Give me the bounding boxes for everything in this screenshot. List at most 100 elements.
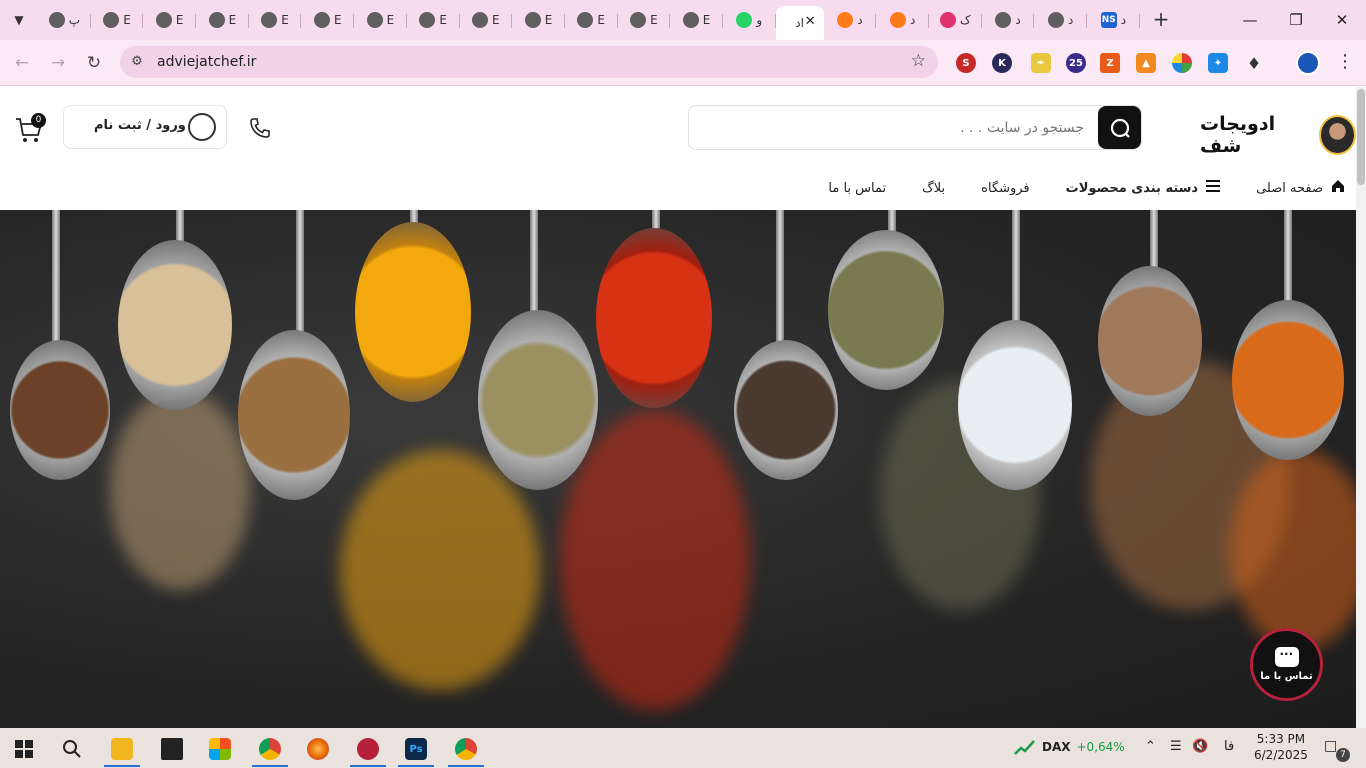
extension-z-icon[interactable]: Z <box>1100 53 1120 73</box>
tab-favicon-icon <box>995 12 1012 28</box>
browser-tab[interactable]: د <box>876 6 929 34</box>
browser-tab[interactable]: اد ✕ <box>775 6 824 40</box>
nav-item[interactable]: فروشگاه <box>963 181 1048 196</box>
extensions-puzzle-icon[interactable]: ♦ <box>1244 53 1264 73</box>
contact-us-floating-button[interactable]: تماس با ما <box>1250 628 1323 701</box>
reload-icon[interactable]: ↻ <box>83 52 105 74</box>
nav-item[interactable]: صفحه اصلی <box>1238 179 1345 197</box>
browser-tab[interactable]: E <box>354 6 407 34</box>
speaker-muted-icon[interactable]: 🔇 <box>1192 739 1208 754</box>
nav-item[interactable]: دسته بندی محصولات <box>1048 180 1238 196</box>
browser-tab[interactable]: E <box>618 6 671 34</box>
tab-favicon-icon <box>837 12 854 28</box>
tab-search-chevron-icon[interactable]: ▼ <box>6 8 32 32</box>
cart-button[interactable]: 0 <box>14 113 46 145</box>
clock-time: 5:33 PM <box>1256 732 1306 746</box>
language-indicator[interactable]: فا <box>1224 739 1234 754</box>
stock-ticker[interactable]: DAX +0,64% <box>1014 738 1125 756</box>
tab-title: E <box>386 13 395 27</box>
search-input[interactable] <box>699 112 1084 144</box>
tab-favicon-icon <box>155 12 172 28</box>
browser-menu-icon[interactable]: ⋮ <box>1336 51 1354 72</box>
address-bar[interactable]: ⚙ adviejatchef.ir ☆ <box>120 46 938 78</box>
browser-tab[interactable]: E <box>565 6 618 34</box>
tab-favicon-icon <box>419 12 436 28</box>
photoshop-icon[interactable]: Ps <box>394 733 438 767</box>
mail-icon[interactable] <box>150 733 194 765</box>
tray-chevron-up-icon[interactable]: ⌃ <box>1145 739 1156 754</box>
browser-tab[interactable]: ک <box>929 6 982 34</box>
tab-favicon-icon <box>682 12 699 28</box>
site-logo[interactable]: ادویجات شف <box>1200 113 1356 157</box>
vpn-app-icon[interactable] <box>346 733 390 767</box>
home-icon <box>1331 179 1345 197</box>
store-icon[interactable] <box>198 733 242 765</box>
wifi-icon[interactable]: ☰ <box>1170 739 1182 754</box>
browser-tab[interactable]: E <box>670 6 723 34</box>
browser-tab[interactable]: E <box>91 6 144 34</box>
browser-tab[interactable]: پ <box>38 6 91 34</box>
search-button[interactable] <box>1098 106 1141 149</box>
browser-tab[interactable]: E <box>512 6 565 34</box>
nav-item-label: بلاگ <box>922 180 946 196</box>
chat-bubble-icon <box>1274 644 1299 667</box>
logo-chef-icon <box>1318 115 1356 155</box>
file-explorer-icon[interactable] <box>100 733 144 767</box>
tab-title: E <box>492 13 500 27</box>
start-button[interactable] <box>2 733 46 765</box>
extension-pin-icon[interactable]: ✦ <box>1208 53 1228 73</box>
forward-arrow-icon[interactable]: → <box>47 52 69 74</box>
tab-title: د <box>1015 13 1021 27</box>
close-window-icon[interactable]: ✕ <box>1322 8 1362 32</box>
ticker-label: DAX <box>1042 740 1071 754</box>
extension-color-icon[interactable] <box>1172 53 1192 73</box>
clock[interactable]: 5:33 PM 6/2/2025 <box>1254 731 1308 763</box>
tab-title: E <box>597 13 606 27</box>
browser-tab[interactable]: د <box>824 6 877 34</box>
url-text[interactable]: adviejatchef.ir <box>157 54 256 70</box>
login-label: ورود / ثبت نام <box>94 118 186 133</box>
back-arrow-icon[interactable]: ← <box>11 52 33 74</box>
browser-tab[interactable]: د <box>1034 6 1087 34</box>
browser-tab[interactable]: د <box>982 6 1035 34</box>
nav-item[interactable]: تماس با ما <box>810 181 904 196</box>
extension-bug-icon[interactable]: ▲ <box>1136 53 1156 73</box>
page-scrollbar[interactable] <box>1356 87 1366 728</box>
hero-spices-banner <box>0 210 1356 728</box>
tab-favicon-icon <box>472 12 489 28</box>
notification-center-icon[interactable]: □ 7 <box>1324 738 1350 762</box>
new-tab-button[interactable]: + <box>1150 8 1172 32</box>
firefox-icon[interactable] <box>296 733 340 765</box>
extension-s-icon[interactable]: S <box>956 53 976 73</box>
extension-pen-icon[interactable]: ✒ <box>1031 53 1051 73</box>
bookmark-star-icon[interactable]: ☆ <box>911 51 926 71</box>
extension-k-icon[interactable]: K <box>992 53 1012 73</box>
nav-item[interactable]: بلاگ <box>904 181 963 196</box>
nav-item-label: دسته بندی محصولات <box>1065 180 1199 196</box>
browser-tab[interactable]: E <box>407 6 460 34</box>
scrollbar-thumb[interactable] <box>1357 89 1365 185</box>
chrome-profile-2-icon[interactable] <box>444 733 488 767</box>
phone-icon[interactable] <box>248 116 272 140</box>
browser-tab[interactable]: E <box>143 6 196 34</box>
site-info-icon[interactable]: ⚙ <box>128 53 146 71</box>
browser-tab[interactable]: و <box>723 6 776 34</box>
minimize-icon[interactable]: — <box>1230 8 1270 32</box>
extension-cap-icon[interactable]: 25 <box>1066 53 1086 73</box>
taskbar-search-icon[interactable] <box>50 733 94 765</box>
browser-tab[interactable]: E <box>460 6 513 34</box>
restore-icon[interactable]: ❐ <box>1276 8 1316 32</box>
profile-avatar[interactable] <box>1296 51 1320 75</box>
chrome-profile-1-icon[interactable] <box>248 733 292 767</box>
tab-favicon-icon <box>208 12 225 28</box>
tab-favicon-icon <box>939 12 956 28</box>
login-register-button[interactable]: ورود / ثبت نام <box>63 105 227 149</box>
browser-tab[interactable]: E <box>196 6 249 34</box>
user-icon <box>188 113 216 141</box>
browser-tab[interactable]: E <box>301 6 354 34</box>
logo-text: ادویجات شف <box>1200 113 1276 157</box>
browser-tab[interactable]: NS د <box>1087 6 1140 34</box>
tab-close-icon[interactable]: ✕ <box>805 14 816 29</box>
tab-title: د <box>857 13 863 27</box>
browser-tab[interactable]: E <box>249 6 302 34</box>
